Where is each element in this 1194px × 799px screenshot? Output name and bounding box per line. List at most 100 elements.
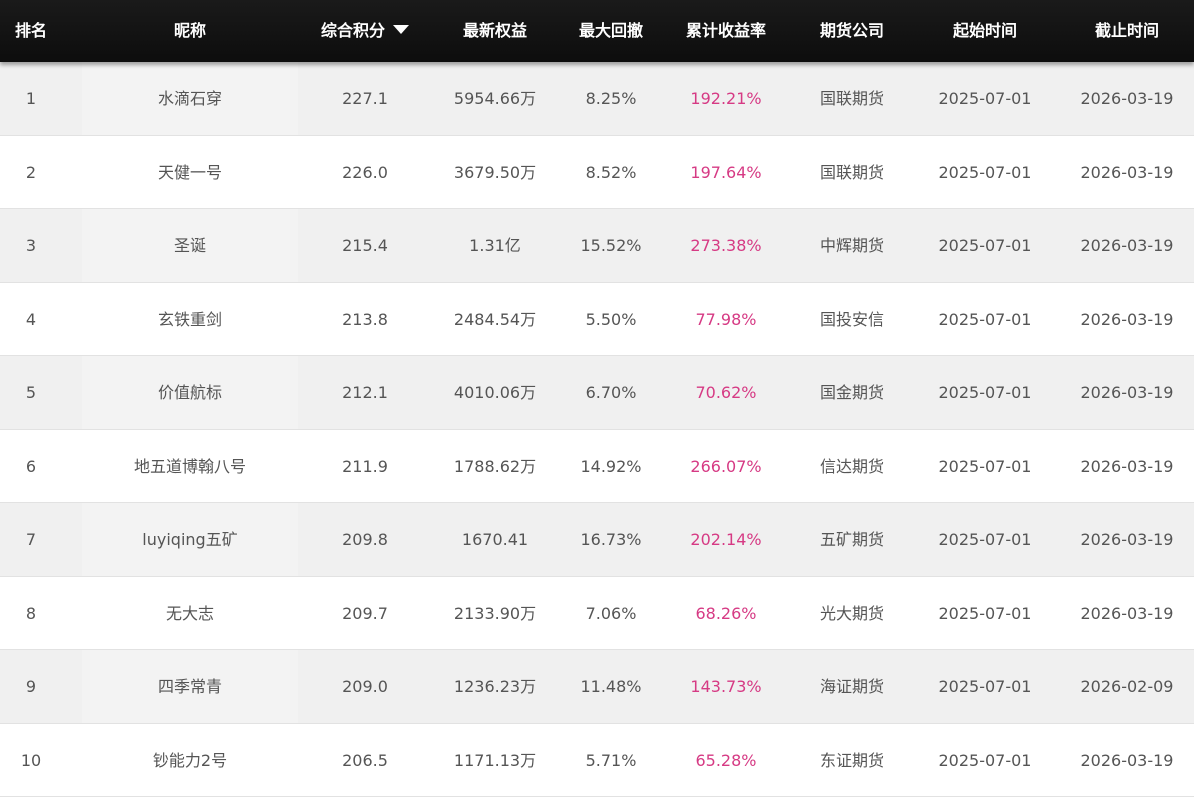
- cell-rank: 3: [25, 236, 37, 255]
- cell-drawdown: 8.52%: [585, 162, 637, 182]
- cell-return: 273.38%: [690, 236, 762, 255]
- cell-return: 77.98%: [695, 309, 757, 329]
- cell-drawdown: 6.70%: [585, 383, 637, 402]
- cell-broker: 国金期货: [819, 383, 884, 402]
- cell-drawdown: 7.06%: [585, 603, 637, 623]
- cell-broker: 东证期货: [819, 750, 884, 770]
- cell-start: 2025-07-01: [938, 162, 1032, 182]
- cell-score: 209.0: [342, 677, 388, 696]
- cell-start: 2025-07-01: [938, 456, 1032, 476]
- cell-return: 202.14%: [690, 530, 762, 549]
- cell-rank: 2: [25, 162, 37, 182]
- cell-broker: 国投安信: [819, 309, 884, 329]
- cell-rank: 1: [25, 89, 37, 108]
- cell-end: 2026-03-19: [1080, 309, 1174, 329]
- cell-equity: 4010.06万: [453, 383, 537, 402]
- cell-end: 2026-03-19: [1080, 89, 1174, 108]
- header-score-sort[interactable]: 综合积分: [300, 0, 430, 62]
- cell-nickname[interactable]: 地五道博翰八号: [82, 430, 298, 502]
- cell-broker: 信达期货: [819, 456, 884, 476]
- cell-score: 227.1: [342, 89, 388, 108]
- cell-return: 68.26%: [695, 603, 757, 623]
- cell-start: 2025-07-01: [938, 236, 1032, 255]
- cell-nickname[interactable]: 水滴石穿: [82, 62, 298, 134]
- table-header: 排名 昵称 综合积分 最新权益 最大回撤 累计收益率 期货公司 起始时间 截止时…: [0, 0, 1194, 62]
- cell-start: 2025-07-01: [938, 89, 1032, 108]
- cell-drawdown: 16.73%: [580, 530, 642, 549]
- cell-rank: 9: [25, 677, 37, 696]
- table-body: 1 水滴石穿 227.1 5954.66万 8.25% 192.21% 国联期货 2025-0…: [0, 62, 1194, 797]
- cell-return: 266.07%: [690, 456, 762, 476]
- cell-nickname[interactable]: 价值航标: [82, 356, 298, 428]
- cell-nickname[interactable]: 玄铁重剑: [82, 283, 298, 355]
- cell-drawdown: 11.48%: [580, 677, 642, 696]
- cell-broker: 光大期货: [819, 603, 884, 623]
- cell-score: 226.0: [342, 162, 388, 182]
- header-return: 累计收益率: [685, 21, 766, 40]
- cell-rank: 4: [25, 309, 37, 329]
- cell-rank: 7: [25, 530, 37, 549]
- cell-nickname[interactable]: 圣诞: [82, 209, 298, 281]
- table-row[interactable]: 7 luyiqing五矿 209.8 1670.41 16.73% 202.14% 五矿期货…: [0, 503, 1194, 577]
- cell-end: 2026-03-19: [1080, 383, 1174, 402]
- cell-broker: 国联期货: [819, 162, 884, 182]
- cell-drawdown: 8.25%: [585, 89, 637, 108]
- cell-rank: 10: [20, 750, 42, 770]
- cell-score: 206.5: [342, 750, 388, 770]
- cell-equity: 3679.50万: [453, 162, 537, 182]
- table-row[interactable]: 8 无大志 209.7 2133.90万 7.06% 68.26% 光大期货 2025-07-…: [0, 576, 1194, 650]
- cell-start: 2025-07-01: [938, 383, 1032, 402]
- header-nickname: 昵称: [173, 21, 206, 40]
- cell-broker: 国联期货: [819, 89, 884, 108]
- header-start: 起始时间: [952, 21, 1017, 40]
- table-row[interactable]: 5 价值航标 212.1 4010.06万 6.70% 70.62% 国金期货 2025-07…: [0, 356, 1194, 430]
- header-broker: 期货公司: [819, 21, 884, 40]
- cell-return: 143.73%: [690, 677, 762, 696]
- cell-end: 2026-03-19: [1080, 162, 1174, 182]
- header-drawdown: 最大回撤: [578, 21, 643, 40]
- cell-rank: 8: [25, 603, 37, 623]
- cell-drawdown: 5.50%: [585, 309, 637, 329]
- cell-drawdown: 14.92%: [580, 456, 642, 476]
- cell-drawdown: 5.71%: [585, 750, 637, 770]
- cell-nickname[interactable]: 天健一号: [82, 136, 298, 208]
- cell-score: 209.8: [342, 530, 388, 549]
- cell-nickname[interactable]: 无大志: [82, 577, 298, 649]
- cell-equity: 1171.13万: [453, 750, 537, 770]
- cell-equity: 1.31亿: [469, 236, 521, 255]
- cell-score: 211.9: [342, 456, 388, 476]
- cell-start: 2025-07-01: [938, 309, 1032, 329]
- table-row[interactable]: 10 钞能力2号 206.5 1171.13万 5.71% 65.28% 东证期货 2025-…: [0, 723, 1194, 797]
- header-end: 截止时间: [1094, 21, 1159, 40]
- cell-rank: 6: [25, 456, 37, 476]
- table-row[interactable]: 6 地五道博翰八号 211.9 1788.62万 14.92% 266.07% 信达期货 20…: [0, 429, 1194, 503]
- cell-equity: 2484.54万: [453, 309, 537, 329]
- cell-nickname[interactable]: 钞能力2号: [82, 724, 298, 796]
- cell-broker: 中辉期货: [819, 236, 884, 255]
- cell-nickname[interactable]: 四季常青: [82, 650, 298, 722]
- cell-equity: 1670.41: [461, 530, 529, 549]
- table-row[interactable]: 3 圣诞 215.4 1.31亿 15.52% 273.38% 中辉期货 2025-07-01…: [0, 209, 1194, 283]
- cell-start: 2025-07-01: [938, 530, 1032, 549]
- cell-end: 2026-03-19: [1080, 603, 1174, 623]
- table-row[interactable]: 2 天健一号 226.0 3679.50万 8.52% 197.64% 国联期货 2025-0…: [0, 135, 1194, 209]
- cell-return: 65.28%: [695, 750, 757, 770]
- cell-return: 70.62%: [695, 383, 757, 402]
- cell-broker: 五矿期货: [819, 530, 884, 549]
- cell-nickname[interactable]: luyiqing五矿: [82, 503, 298, 575]
- cell-end: 2026-03-19: [1080, 750, 1174, 770]
- cell-broker: 海证期货: [819, 677, 884, 696]
- cell-equity: 1236.23万: [453, 677, 537, 696]
- table-row[interactable]: 9 四季常青 209.0 1236.23万 11.48% 143.73% 海证期货 2025-…: [0, 650, 1194, 724]
- cell-end: 2026-03-19: [1080, 236, 1174, 255]
- cell-return: 192.21%: [690, 89, 762, 108]
- table-row[interactable]: 1 水滴石穿 227.1 5954.66万 8.25% 192.21% 国联期货 2025-0…: [0, 62, 1194, 136]
- cell-equity: 2133.90万: [453, 603, 537, 623]
- cell-rank: 5: [25, 383, 37, 402]
- cell-score: 213.8: [342, 309, 388, 329]
- cell-return: 197.64%: [690, 162, 762, 182]
- ranking-table: 排名 昵称 综合积分 最新权益 最大回撤 累计收益率 期货公司 起始时间 截止时…: [0, 0, 1194, 799]
- table-row[interactable]: 4 玄铁重剑 213.8 2484.54万 5.50% 77.98% 国投安信 2025-07…: [0, 282, 1194, 356]
- cell-end: 2026-03-19: [1080, 456, 1174, 476]
- sort-down-icon[interactable]: [393, 25, 409, 34]
